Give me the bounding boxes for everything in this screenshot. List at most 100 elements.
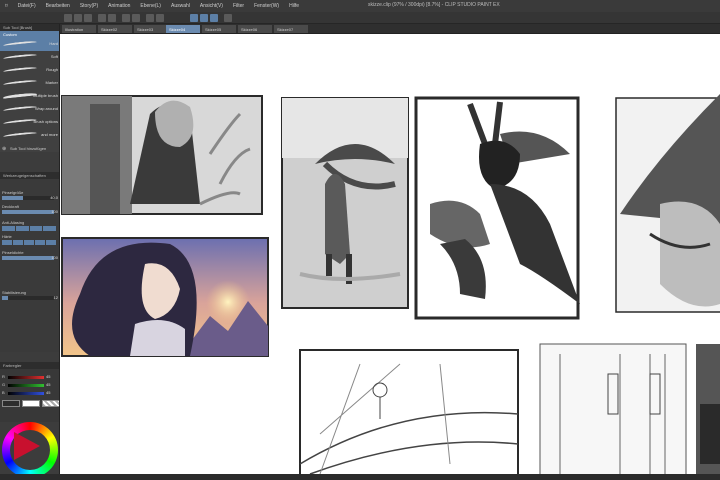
tab-skizze06[interactable]: Skizze06 [238, 25, 272, 33]
brush-stroke-preview [2, 105, 38, 113]
menu-file[interactable]: Datei(F) [13, 3, 41, 9]
tab-skizze02[interactable]: Skizze02 [98, 25, 132, 33]
brush-label: Soft [50, 54, 58, 59]
color-wheel[interactable] [2, 422, 58, 478]
menu-filter[interactable]: Filter [228, 3, 249, 9]
brush-item[interactable]: Brush options [0, 116, 59, 129]
brush-item[interactable]: and more [0, 129, 59, 142]
add-subtool-button[interactable]: Sub Tool hinzufügen [10, 146, 46, 151]
tab-skizze04[interactable]: Skizze04 [166, 25, 200, 33]
menu-layer[interactable]: Ebene(L) [135, 3, 166, 9]
sketch-panel-knight [61, 95, 263, 215]
redo-icon[interactable] [108, 14, 116, 22]
tab-skizze03[interactable]: Skizze03 [134, 25, 168, 33]
transparent-color-swatch[interactable] [42, 400, 59, 407]
brush-item[interactable]: Hard [0, 38, 59, 51]
left-panel: Sub Tool [Brush] Custom Hard Soft Rough … [0, 24, 60, 480]
brush-stroke-preview [2, 118, 38, 126]
sketch-panel-perspective [299, 349, 519, 480]
save-icon[interactable] [84, 14, 92, 22]
slider-fill [2, 296, 9, 300]
slider-fill [2, 256, 54, 260]
brush-label: Hard [49, 41, 58, 46]
menu-window[interactable]: Fenster(W) [249, 3, 284, 9]
menu-view[interactable]: Ansicht(V) [195, 3, 228, 9]
channel-value: 45 [46, 390, 51, 395]
transform-icon[interactable] [132, 14, 140, 22]
tool-property-header: Werkzeugeigenschaften [0, 172, 59, 179]
tab-illustration[interactable]: Illustration [62, 25, 96, 33]
command-bar [0, 12, 720, 24]
add-subtool-icon[interactable]: ⊕ [2, 146, 6, 152]
prop-value: 100 [51, 255, 58, 260]
slider-fill [2, 196, 23, 200]
sketch-panel-big-hat [615, 94, 720, 313]
color-triangle[interactable] [14, 432, 40, 460]
stabilization-slider[interactable] [2, 296, 54, 300]
main-color-swatch[interactable] [2, 400, 20, 407]
brush-item[interactable]: Rough [0, 64, 59, 77]
prop-value: 12 [53, 295, 58, 300]
prop-label: Pinseldichte [2, 250, 24, 255]
opacity-slider[interactable] [2, 210, 54, 214]
anti-aliasing-selector[interactable] [2, 226, 56, 231]
app-window: ⌑ Datei(F) Bearbeiten Story(P) Animation… [0, 0, 720, 480]
brush-label: Marker [45, 80, 58, 85]
brush-item[interactable]: Wrap around [0, 103, 59, 116]
brush-stroke-preview [2, 131, 38, 139]
hardness-selector[interactable] [2, 240, 56, 245]
prop-label: Deckkraft [2, 204, 19, 209]
tab-strip: Illustration Skizze02 Skizze03 Skizze04 … [60, 24, 720, 34]
brush-size-slider[interactable] [2, 196, 54, 200]
menu-icon[interactable]: ⌑ [0, 3, 13, 9]
invert-selection-icon[interactable] [156, 14, 164, 22]
brush-item[interactable]: Soft [0, 51, 59, 64]
brush-item[interactable]: Multiple brush [0, 90, 59, 103]
cloud-icon[interactable] [224, 14, 232, 22]
open-icon[interactable] [74, 14, 82, 22]
menu-story[interactable]: Story(P) [75, 3, 103, 9]
snap-grid-icon[interactable] [200, 14, 208, 22]
status-bar [0, 474, 720, 480]
prop-value: 40.0 [50, 195, 58, 200]
tab-skizze07[interactable]: Skizze07 [274, 25, 308, 33]
menu-edit[interactable]: Bearbeiten [41, 3, 75, 9]
brush-label: and more [41, 132, 58, 137]
subtool-header: Sub Tool [Brush] [0, 24, 59, 31]
snap-special-icon[interactable] [210, 14, 218, 22]
sketch-artwork [61, 94, 720, 480]
sub-color-swatch[interactable] [22, 400, 40, 407]
undo-icon[interactable] [98, 14, 106, 22]
brush-density-slider[interactable] [2, 256, 54, 260]
tool-property-panel: Werkzeugeigenschaften Pinselgröße 40.0 D… [0, 172, 59, 352]
brush-label: Multiple brush [33, 93, 58, 98]
window-title: skizze.clip (97% / 300dpi) [8.7%] - CLIP… [368, 2, 500, 8]
brush-stroke-preview [2, 53, 38, 61]
clear-icon[interactable] [122, 14, 130, 22]
menu-select[interactable]: Auswahl [166, 3, 195, 9]
new-file-icon[interactable] [64, 14, 72, 22]
snap-ruler-icon[interactable] [190, 14, 198, 22]
prop-value: 100 [51, 209, 58, 214]
subtool-group-tab[interactable]: Custom [0, 31, 59, 38]
sketch-panel-umbrella [281, 97, 409, 309]
brush-item[interactable]: Marker [0, 77, 59, 90]
green-slider[interactable] [8, 384, 44, 387]
sketch-panel-sunset [61, 237, 269, 357]
brush-label: Brush options [33, 119, 58, 124]
menu-animation[interactable]: Animation [103, 3, 135, 9]
deselect-icon[interactable] [146, 14, 154, 22]
slider-fill [2, 210, 54, 214]
prop-label: Stabilisierung [2, 290, 27, 295]
brush-stroke-preview [2, 79, 38, 87]
canvas-area[interactable] [60, 34, 720, 480]
blue-slider[interactable] [8, 392, 44, 395]
red-slider[interactable] [8, 376, 44, 379]
channel-label: G [2, 382, 6, 387]
tab-skizze05[interactable]: Skizze05 [202, 25, 236, 33]
color-slider-header: Farbregler [0, 362, 59, 369]
channel-value: 45 [46, 382, 51, 387]
prop-label: Härte [2, 234, 12, 239]
menu-help[interactable]: Hilfe [284, 3, 304, 9]
color-slider-panel: Farbregler R 45 G 45 B 45 [0, 362, 59, 422]
